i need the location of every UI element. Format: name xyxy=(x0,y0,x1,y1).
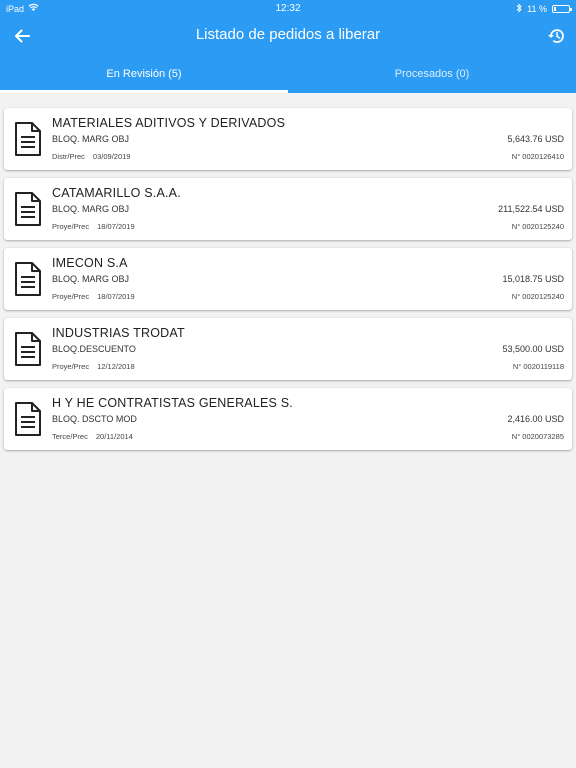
page-title: Listado de pedidos a liberar xyxy=(195,26,381,43)
order-date: 18/07/2019 xyxy=(97,222,135,231)
battery-fill xyxy=(554,7,556,11)
order-status: BLOQ.DESCUENTO xyxy=(52,344,136,354)
order-amount: 2,416.00 USD xyxy=(507,414,564,424)
order-number: N° 0020119118 xyxy=(512,362,564,371)
order-meta: Proye/Prec 12/12/2018 xyxy=(52,362,135,371)
order-status: BLOQ. MARG OBJ xyxy=(52,204,130,214)
client-name: INDUSTRIAS TRODAT xyxy=(52,326,185,340)
history-icon xyxy=(548,29,564,43)
order-card[interactable]: IMECON S.A BLOQ. MARG OBJ 15,018.75 USD … xyxy=(4,248,572,310)
order-status: BLOQ. MARG OBJ xyxy=(52,134,130,144)
order-card[interactable]: MATERIALES ADITIVOS Y DERIVADOS BLOQ. MA… xyxy=(4,108,572,170)
order-amount: 5,643.76 USD xyxy=(507,134,564,144)
order-number: N° 0020125240 xyxy=(511,292,564,301)
client-name: H Y HE CONTRATISTAS GENERALES S. xyxy=(52,396,293,410)
order-status: BLOQ. DSCTO MOD xyxy=(52,414,137,424)
order-type: Proye/Prec xyxy=(52,292,90,301)
client-name: MATERIALES ADITIVOS Y DERIVADOS xyxy=(52,116,286,130)
order-amount: 15,018.75 USD xyxy=(502,274,564,284)
status-right: 11 % xyxy=(516,3,572,15)
client-name: IMECON S.A xyxy=(52,256,128,270)
order-amount: 53,500.00 USD xyxy=(502,344,564,354)
bluetooth-icon xyxy=(516,3,522,15)
app-header: iPad 12:32 11 % Listado de pedidos a lib… xyxy=(0,0,576,93)
order-amount: 211,522.54 USD xyxy=(498,204,564,214)
client-name: CATAMARILLO S.A.A. xyxy=(52,186,181,200)
order-number: N° 0020125240 xyxy=(511,222,564,231)
order-date: 12/12/2018 xyxy=(97,362,135,371)
order-meta: Distr/Prec 03/09/2019 xyxy=(52,152,130,161)
order-meta: Proye/Prec 18/07/2019 xyxy=(52,222,135,231)
order-card[interactable]: H Y HE CONTRATISTAS GENERALES S. BLOQ. D… xyxy=(4,388,572,450)
order-type: Proye/Prec xyxy=(52,362,90,371)
order-type: Terce/Prec xyxy=(52,432,88,441)
document-icon xyxy=(15,262,41,296)
order-meta: Terce/Prec 20/11/2014 xyxy=(52,432,133,441)
status-bar: iPad 12:32 11 % xyxy=(0,0,576,16)
battery-icon xyxy=(552,5,572,13)
order-number: N° 0020073285 xyxy=(511,432,564,441)
order-date: 20/11/2014 xyxy=(95,432,133,441)
status-time: 12:32 xyxy=(275,3,301,14)
order-meta: Proye/Prec 18/07/2019 xyxy=(52,292,135,301)
document-icon xyxy=(15,332,41,366)
document-icon xyxy=(15,122,41,156)
order-type: Proye/Prec xyxy=(52,222,90,231)
toolbar: Listado de pedidos a liberar xyxy=(0,16,576,56)
tab-procesados[interactable]: Procesados (0) xyxy=(288,56,576,93)
order-number: N° 0020126410 xyxy=(511,152,564,161)
order-type: Distr/Prec xyxy=(52,152,85,161)
order-status: BLOQ. MARG OBJ xyxy=(52,274,130,284)
order-date: 03/09/2019 xyxy=(92,152,131,161)
tab-en-revision[interactable]: En Revisión (5) xyxy=(0,56,288,93)
document-icon xyxy=(15,402,41,436)
order-card[interactable]: CATAMARILLO S.A.A. BLOQ. MARG OBJ 211,52… xyxy=(4,178,572,240)
orders-list: MATERIALES ADITIVOS Y DERIVADOS BLOQ. MA… xyxy=(4,108,572,458)
document-icon xyxy=(15,192,41,226)
order-date: 18/07/2019 xyxy=(97,292,135,301)
tab-bar: En Revisión (5) Procesados (0) xyxy=(0,56,576,93)
order-card[interactable]: INDUSTRIAS TRODAT BLOQ.DESCUENTO 53,500.… xyxy=(4,318,572,380)
history-button[interactable] xyxy=(546,26,566,46)
battery-percent: 11 % xyxy=(527,4,547,14)
